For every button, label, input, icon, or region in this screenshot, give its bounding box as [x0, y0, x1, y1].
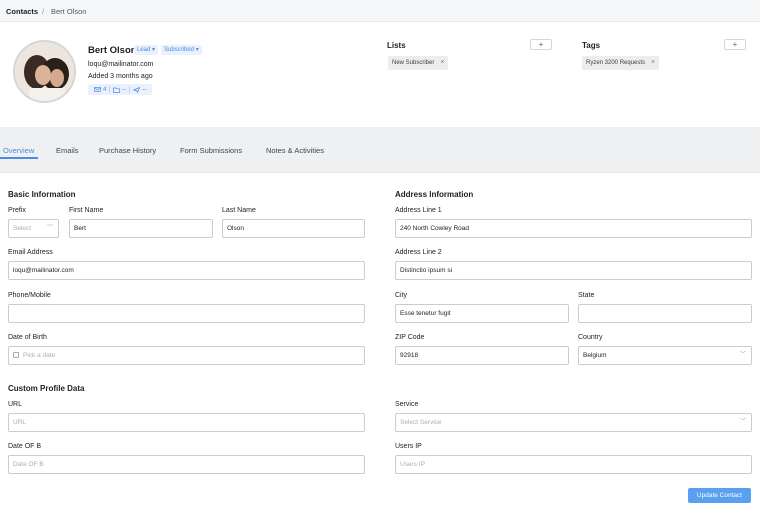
- custom-data-title: Custom Profile Data: [8, 384, 85, 393]
- state-label: State: [578, 292, 595, 299]
- prefix-placeholder: Select: [13, 225, 32, 232]
- list-chip-label: New Subscriber: [392, 60, 435, 66]
- address-line2-field[interactable]: Distinctio ipsum si: [395, 261, 752, 280]
- breadcrumb: Contacts / Bert Olson: [0, 0, 760, 22]
- sent-count: --: [142, 86, 147, 93]
- chevron-down-icon: ﹀: [739, 419, 746, 425]
- basic-info-title: Basic Information: [8, 190, 76, 199]
- prefix-label: Prefix: [8, 207, 26, 214]
- tab-purchase-history[interactable]: Purchase History: [99, 146, 156, 155]
- dob-placeholder: Pick a date: [23, 352, 56, 359]
- lists-title: Lists: [387, 41, 406, 50]
- dob-datepicker[interactable]: Pick a date: [8, 346, 365, 365]
- contact-name: Bert Olson: [88, 45, 137, 56]
- tab-form-submissions[interactable]: Form Submissions: [180, 146, 242, 155]
- active-tab-indicator: [0, 157, 38, 159]
- chevron-down-icon: ﹀: [739, 352, 746, 358]
- address-line1-label: Address Line 1: [395, 207, 442, 214]
- calendar-icon: [13, 352, 19, 358]
- service-select[interactable]: Select Service ﹀: [395, 413, 752, 432]
- dob-label: Date of Birth: [8, 334, 47, 341]
- emails-stat[interactable]: 4: [91, 87, 109, 93]
- subscribed-badge[interactable]: Subscribed ▾: [161, 45, 202, 55]
- zip-field[interactable]: 92918: [395, 346, 569, 365]
- tag-chip: Ryzen 3200 Requests ×: [582, 56, 660, 70]
- breadcrumb-current: Bert Olson: [51, 7, 87, 16]
- contact-form: Basic Information Prefix Select ﹀ First …: [0, 174, 760, 525]
- first-name-label: First Name: [69, 207, 104, 214]
- service-label: Service: [395, 401, 419, 408]
- breadcrumb-contacts-link[interactable]: Contacts: [6, 7, 38, 16]
- tabs-bar: Overview Emails Purchase History Form Su…: [0, 127, 760, 173]
- contact-email: loqu@mailinator.com: [88, 61, 154, 68]
- state-field[interactable]: [578, 304, 752, 323]
- chevron-down-icon: ﹀: [46, 225, 53, 231]
- send-icon: [133, 86, 141, 93]
- users-ip-field[interactable]: Users IP: [395, 455, 752, 474]
- emails-count: 4: [103, 86, 107, 93]
- tab-overview[interactable]: Overview: [3, 146, 34, 155]
- country-label: Country: [578, 334, 603, 341]
- phone-label: Phone/Mobile: [8, 292, 51, 299]
- url-field[interactable]: URL: [8, 413, 365, 432]
- last-name-label: Last Name: [222, 207, 256, 214]
- subscribed-badge-label: Subscribed: [164, 47, 195, 53]
- zip-label: ZIP Code: [395, 334, 425, 341]
- country-select[interactable]: Belgium ﹀: [578, 346, 752, 365]
- mail-icon: [94, 87, 101, 92]
- contact-added: Added 3 months ago: [88, 73, 153, 80]
- remove-tag-icon[interactable]: ×: [651, 56, 655, 70]
- last-name-field[interactable]: Olson: [222, 219, 365, 238]
- avatar-photo-icon: [15, 42, 74, 101]
- first-name-field[interactable]: Bert: [69, 219, 213, 238]
- sent-stat[interactable]: --: [130, 86, 149, 93]
- add-list-button[interactable]: +: [530, 39, 552, 50]
- address-info-title: Address Information: [395, 190, 474, 199]
- date-of-b-label: Date OF B: [8, 443, 42, 450]
- email-label: Email Address: [8, 249, 53, 256]
- country-value: Belgium: [583, 352, 607, 359]
- lead-badge-label: Lead: [137, 47, 151, 53]
- avatar[interactable]: [13, 40, 76, 103]
- contact-stats: 4 -- --: [88, 84, 153, 95]
- breadcrumb-separator: /: [42, 7, 45, 16]
- add-tag-button[interactable]: +: [724, 39, 746, 50]
- city-label: City: [395, 292, 408, 299]
- contact-header: Bert Olson Lead ▾ Subscribed ▾ loqu@mail…: [0, 22, 760, 127]
- tag-chip-label: Ryzen 3200 Requests: [586, 60, 646, 66]
- list-chip: New Subscriber ×: [388, 56, 449, 70]
- url-label: URL: [8, 401, 23, 408]
- city-field[interactable]: Esse tenetur fugit: [395, 304, 569, 323]
- tab-emails[interactable]: Emails: [56, 146, 79, 155]
- lead-badge[interactable]: Lead ▾: [134, 45, 159, 55]
- date-of-b-field[interactable]: Date OF B: [8, 455, 365, 474]
- folder-icon: [113, 87, 121, 93]
- remove-list-icon[interactable]: ×: [440, 56, 444, 70]
- prefix-select[interactable]: Select ﹀: [8, 219, 59, 238]
- tags-title: Tags: [582, 41, 601, 50]
- folders-count: --: [122, 86, 127, 93]
- email-field[interactable]: loqu@mailinator.com: [8, 261, 365, 280]
- update-contact-button[interactable]: Update Contact: [688, 488, 751, 503]
- users-ip-label: Users IP: [395, 443, 422, 450]
- tab-notes-activities[interactable]: Notes & Activities: [266, 146, 324, 155]
- address-line1-field[interactable]: 240 North Cowley Road: [395, 219, 752, 238]
- phone-field[interactable]: [8, 304, 365, 323]
- folders-stat[interactable]: --: [110, 87, 129, 93]
- address-line2-label: Address Line 2: [395, 249, 442, 256]
- service-placeholder: Select Service: [400, 419, 442, 426]
